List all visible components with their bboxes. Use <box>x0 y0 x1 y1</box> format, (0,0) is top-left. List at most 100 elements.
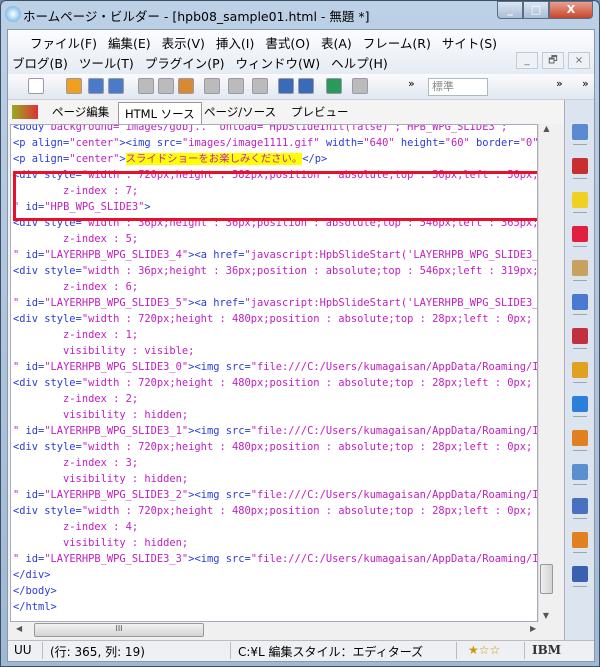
code-value: z-index : 2; <box>13 393 139 405</box>
code-value: "LAYERHPB_WPG_SLIDE3_3" <box>44 553 189 565</box>
status-edit-style: C:¥L 編集スタイル：エディターズ <box>238 645 424 659</box>
menu-row2-item-1[interactable]: ツール(T) <box>79 53 134 72</box>
image-edit-icon[interactable] <box>572 260 588 276</box>
code-tag: height= <box>394 137 445 149</box>
paragraph-icon[interactable] <box>352 78 368 94</box>
maximize-button[interactable]: □ <box>523 1 549 19</box>
ibm-logo: IBM <box>532 643 562 657</box>
clipboard-icon[interactable] <box>572 532 588 548</box>
code-line: z-index : 4; <box>13 519 537 535</box>
code-value: "file:///C:/Users/kumagaisan/AppData/Roa… <box>250 553 538 565</box>
client-area: ファイル(F) 編集(E) 表示(V) 挿入(I) 書式(O) 表(A) フレーム(R) サイ… <box>7 29 595 662</box>
code-line: visibility : hidden; <box>13 471 537 487</box>
horizontal-scrollbar[interactable]: ◀ III ▶ <box>10 622 554 638</box>
currency-icon[interactable] <box>572 362 588 378</box>
editor-tabs: ページ編集 HTML ソース ページ/ソース プレビュー <box>8 100 564 124</box>
vertical-scrollbar[interactable]: ▲ ▼ <box>538 124 554 622</box>
menu-row1-item-1[interactable]: 編集(E) <box>108 33 151 52</box>
mdi-close-button[interactable]: × <box>568 52 590 69</box>
window-title: ホームページ・ビルダー - [hpb08_sample01.html - 無題 … <box>23 9 370 24</box>
code-value: z-index : 6; <box>13 281 139 293</box>
site-view-icon[interactable] <box>326 78 342 94</box>
code-tag: <div style= <box>13 377 82 389</box>
code-value: "file:///C:/Users/kumagaisan/AppData/Roa… <box>250 489 538 501</box>
site-settings-icon[interactable] <box>572 464 588 480</box>
style-select[interactable]: 標準 <box>428 78 488 96</box>
check-icon[interactable] <box>204 78 220 94</box>
panel-separator <box>573 144 587 145</box>
menu-row1-item-0[interactable]: ファイル(F) <box>30 33 97 52</box>
horizontal-scroll-thumb[interactable]: III <box>34 623 204 637</box>
menu-row1-item-4[interactable]: 書式(O) <box>265 33 310 52</box>
code-value: visibility : visible; <box>13 345 195 357</box>
scroll-up-icon[interactable]: ▲ <box>539 124 554 133</box>
copy-icon[interactable] <box>158 78 174 94</box>
cut-icon[interactable] <box>138 78 154 94</box>
scroll-right-icon[interactable]: ▶ <box>530 624 536 633</box>
checkmark-icon[interactable] <box>572 566 588 582</box>
menu-row1-item-6[interactable]: フレーム(R) <box>363 33 431 52</box>
code-value: z-index : 3; <box>13 457 139 469</box>
vertical-scroll-thumb[interactable] <box>540 564 553 594</box>
toolbar-more-button[interactable]: » <box>408 77 415 90</box>
panel-separator <box>573 212 587 213</box>
menu-row1-item-2[interactable]: 表示(V) <box>162 33 205 52</box>
minimize-button[interactable]: _ <box>497 1 523 19</box>
html-source-editor[interactable]: <body background="images/gobj.." onload=… <box>10 124 538 622</box>
redo-icon[interactable] <box>252 78 268 94</box>
code-value: "width : 720px;height : 480px;position :… <box>81 441 533 453</box>
undo-icon[interactable] <box>228 78 244 94</box>
code-line: " id="LAYERHPB_WPG_SLIDE3_3"><img src="f… <box>13 551 538 567</box>
list-icon[interactable] <box>572 498 588 514</box>
open-folder-icon[interactable] <box>66 78 82 94</box>
blog-orange-icon[interactable] <box>572 430 588 446</box>
menu-row1-item-3[interactable]: 挿入(I) <box>216 33 254 52</box>
save-all-icon[interactable] <box>108 78 124 94</box>
page-list-icon[interactable] <box>572 124 588 140</box>
code-tag: <a href= <box>194 249 245 261</box>
style-edit-icon[interactable] <box>572 328 588 344</box>
toolbar-more-button-3[interactable]: » <box>582 77 589 90</box>
code-tag: <img src= <box>194 553 251 565</box>
publish-icon[interactable] <box>278 78 294 94</box>
help-icon[interactable] <box>572 226 588 242</box>
panel-separator <box>573 552 587 553</box>
tab-page-edit[interactable]: ページ編集 <box>52 104 109 120</box>
code-value: "width : 720px;height : 480px;position :… <box>81 377 533 389</box>
upload-icon[interactable] <box>298 78 314 94</box>
menu-row2-item-0[interactable]: ブログ(B) <box>12 53 68 72</box>
scroll-left-icon[interactable]: ◀ <box>16 624 22 633</box>
close-button[interactable]: X <box>549 1 593 19</box>
mdi-restore-button[interactable]: 🗗 <box>542 52 564 69</box>
menu-row2-item-2[interactable]: プラグイン(P) <box>145 53 225 72</box>
code-value: "640" <box>363 137 395 149</box>
paste-icon[interactable] <box>178 78 194 94</box>
menu-row2-item-3[interactable]: ウィンドウ(W) <box>236 53 321 72</box>
menu-row1-item-5[interactable]: 表(A) <box>321 33 352 52</box>
code-tag: <div style= <box>13 265 82 277</box>
code-line: visibility : visible; <box>13 343 537 359</box>
blog-b-icon[interactable] <box>572 396 588 412</box>
save-icon[interactable] <box>88 78 104 94</box>
scroll-down-icon[interactable]: ▼ <box>539 611 553 620</box>
menu-bar: ファイル(F) 編集(E) 表示(V) 挿入(I) 書式(O) 表(A) フレーム(R) サイ… <box>8 30 594 74</box>
toolbar-more-button-2[interactable]: » <box>556 77 563 90</box>
menu-row2-item-4[interactable]: ヘルプ(H) <box>331 53 388 72</box>
code-tag: id= <box>19 249 45 261</box>
code-value: "javascript:HpbSlideStart('LAYERHPB_WPG_… <box>244 249 538 261</box>
code-value: "LAYERHPB_WPG_SLIDE3_2" <box>44 489 189 501</box>
tab-page-source[interactable]: ページ/ソース <box>204 104 276 120</box>
html-tag-icon[interactable] <box>572 294 588 310</box>
menu-row1-item-7[interactable]: サイト(S) <box>442 33 497 52</box>
code-tag: <div style= <box>13 505 82 517</box>
site-add-icon[interactable] <box>572 158 588 174</box>
folder-icon[interactable] <box>572 192 588 208</box>
tab-html-source[interactable]: HTML ソース <box>118 102 202 124</box>
app-icon <box>5 6 21 22</box>
tab-preview[interactable]: プレビュー <box>291 104 349 120</box>
mdi-minimize-button[interactable]: _ <box>516 52 538 69</box>
code-tag: width= <box>319 137 364 149</box>
code-value: visibility : hidden; <box>13 537 189 549</box>
code-value: "LAYERHPB_WPG_SLIDE3_1" <box>44 425 189 437</box>
new-document-icon[interactable] <box>28 78 44 94</box>
